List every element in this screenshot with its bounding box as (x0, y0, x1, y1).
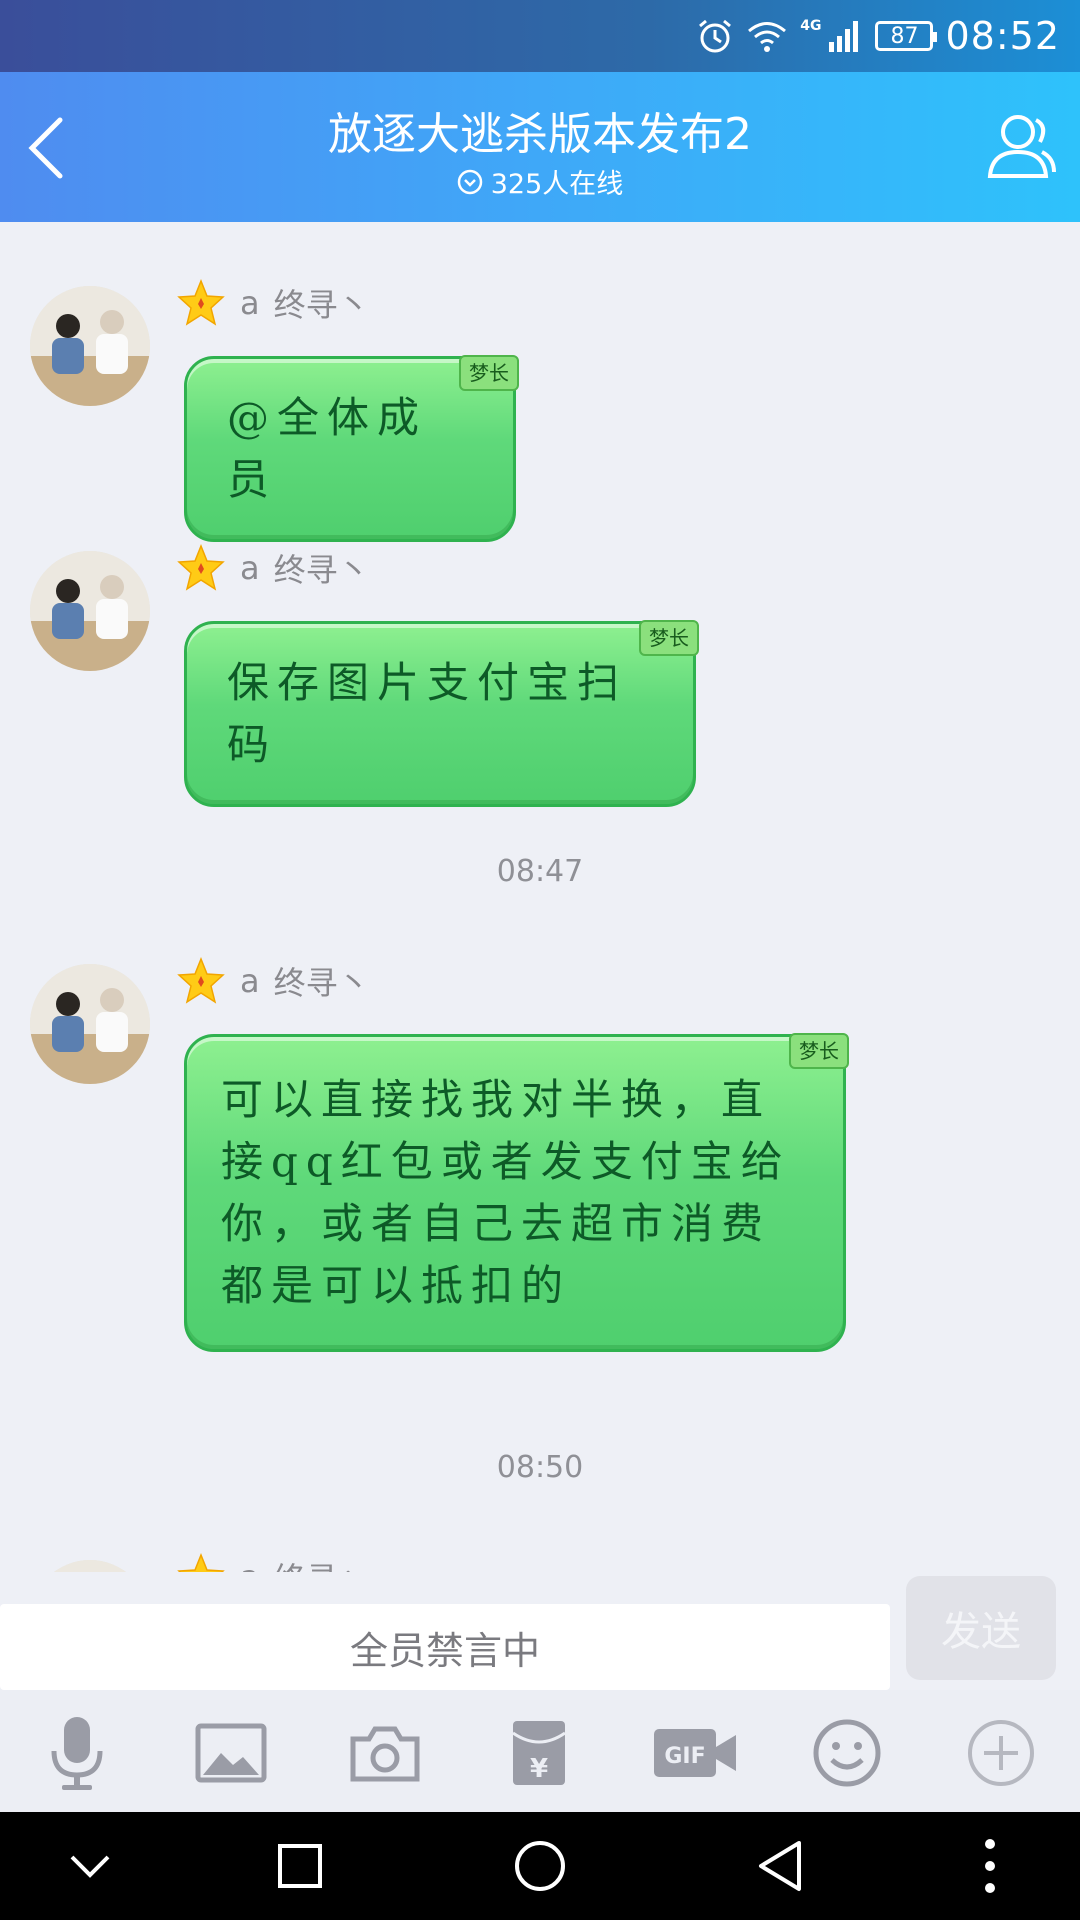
sender-name[interactable]: 终寻丶 (274, 1554, 370, 1572)
voice-button[interactable] (34, 1710, 120, 1796)
emoji-icon (813, 1719, 881, 1787)
sender-prefix: a (240, 549, 260, 587)
signal-icon (829, 21, 859, 52)
avatar[interactable] (30, 964, 150, 1084)
sender-name[interactable]: 终寻丶 (274, 545, 370, 591)
red-packet-button[interactable]: ¥ (496, 1710, 582, 1796)
alarm-icon (699, 19, 732, 53)
message-bubble[interactable]: 保存图片支付宝扫码 梦长 (184, 620, 699, 807)
nav-back-button[interactable] (750, 1836, 810, 1896)
svg-text:¥: ¥ (530, 1754, 548, 1784)
message-bubble[interactable]: 可以直接找我对半换，直接qq红包或者发支付宝给你，或者自己去超市消费都是可以抵扣… (184, 1033, 849, 1352)
group-title: 放逐大逃杀版本发布2 (328, 109, 752, 160)
online-count-text: 325人在线 (490, 169, 624, 200)
member-title-badge: 梦长 (459, 355, 519, 391)
emoji-button[interactable] (804, 1710, 890, 1796)
sender-prefix: a (240, 284, 260, 322)
circle-icon (515, 1841, 565, 1891)
member-title-badge: 梦长 (639, 620, 699, 656)
time-divider: 08:50 (496, 1450, 584, 1485)
message-text: @全体成员 (227, 393, 428, 504)
input-toolbar: ¥ GIF (0, 1690, 1080, 1812)
time-divider: 08:47 (496, 854, 584, 889)
sender-row: a 终寻丶 (176, 278, 370, 328)
message-input[interactable]: 全员禁言中 (0, 1604, 890, 1690)
gif-button[interactable]: GIF (650, 1710, 740, 1796)
avatar-image (30, 551, 150, 671)
sender-row: a 终寻丶 (176, 543, 370, 593)
network-type: 4G (800, 18, 822, 34)
avatar[interactable] (30, 551, 150, 671)
star-icon (177, 278, 225, 326)
message-text: 可以直接找我对半换，直接qq红包或者发支付宝给你，或者自己去超市消费都是可以抵扣… (221, 1075, 791, 1310)
status-bar: 4G 87 08:52 (0, 0, 1080, 72)
input-area: 全员禁言中 发送 (0, 1572, 1080, 1690)
online-count: 325人在线 (0, 162, 1080, 201)
triangle-back-icon (759, 1841, 801, 1891)
battery-indicator: 87 (875, 21, 938, 51)
more-button[interactable] (958, 1710, 1044, 1796)
online-check-icon (457, 169, 482, 194)
svg-text:GIF: GIF (664, 1744, 705, 1769)
input-placeholder: 全员禁言中 (349, 1628, 540, 1673)
send-button[interactable]: 发送 (906, 1576, 1056, 1680)
red-packet-icon: ¥ (512, 1721, 566, 1785)
sender-row: a 终寻丶 (176, 956, 370, 1006)
more-vertical-icon (985, 1839, 995, 1893)
star-icon (177, 956, 225, 1004)
avatar-image (30, 1560, 150, 1572)
status-time: 08:52 (945, 14, 1060, 58)
chevron-down-icon (70, 1855, 110, 1878)
message-text: 保存图片支付宝扫码 (227, 658, 628, 769)
camera-icon (350, 1726, 420, 1782)
nav-hide-button[interactable] (60, 1836, 120, 1896)
sender-name[interactable]: 终寻丶 (274, 280, 370, 326)
battery-level: 87 (890, 23, 919, 49)
chat-header: 放逐大逃杀版本发布2 325人在线 (0, 72, 1080, 222)
group-members-icon[interactable] (978, 106, 1056, 184)
star-icon (177, 1552, 225, 1572)
sender-prefix: a (240, 962, 260, 1000)
message-bubble[interactable]: @全体成员 梦长 (184, 355, 519, 542)
nav-menu-button[interactable] (960, 1836, 1020, 1896)
chat-area[interactable]: a 终寻丶 @全体成员 梦长 a 终寻丶 保存图片支付宝扫码 梦长 08:47 … (0, 222, 1080, 1572)
avatar[interactable] (30, 1560, 150, 1572)
system-nav-bar (0, 1812, 1080, 1920)
nav-recents-button[interactable] (270, 1836, 330, 1896)
image-button[interactable] (188, 1710, 274, 1796)
square-icon (278, 1844, 322, 1888)
sender-row: a 终寻丶 (176, 1552, 370, 1572)
avatar-image (30, 286, 150, 406)
star-icon (177, 543, 225, 591)
member-title-badge: 梦长 (789, 1033, 849, 1069)
microphone-icon (51, 1717, 103, 1790)
avatar[interactable] (30, 286, 150, 406)
avatar-image (30, 964, 150, 1084)
gif-icon: GIF (654, 1729, 736, 1777)
plus-icon (968, 1720, 1034, 1786)
image-icon (195, 1723, 267, 1783)
sender-name[interactable]: 终寻丶 (274, 958, 370, 1004)
sender-prefix: a (240, 1558, 260, 1572)
nav-home-button[interactable] (510, 1836, 570, 1896)
wifi-icon (748, 22, 787, 52)
camera-button[interactable] (342, 1710, 428, 1796)
